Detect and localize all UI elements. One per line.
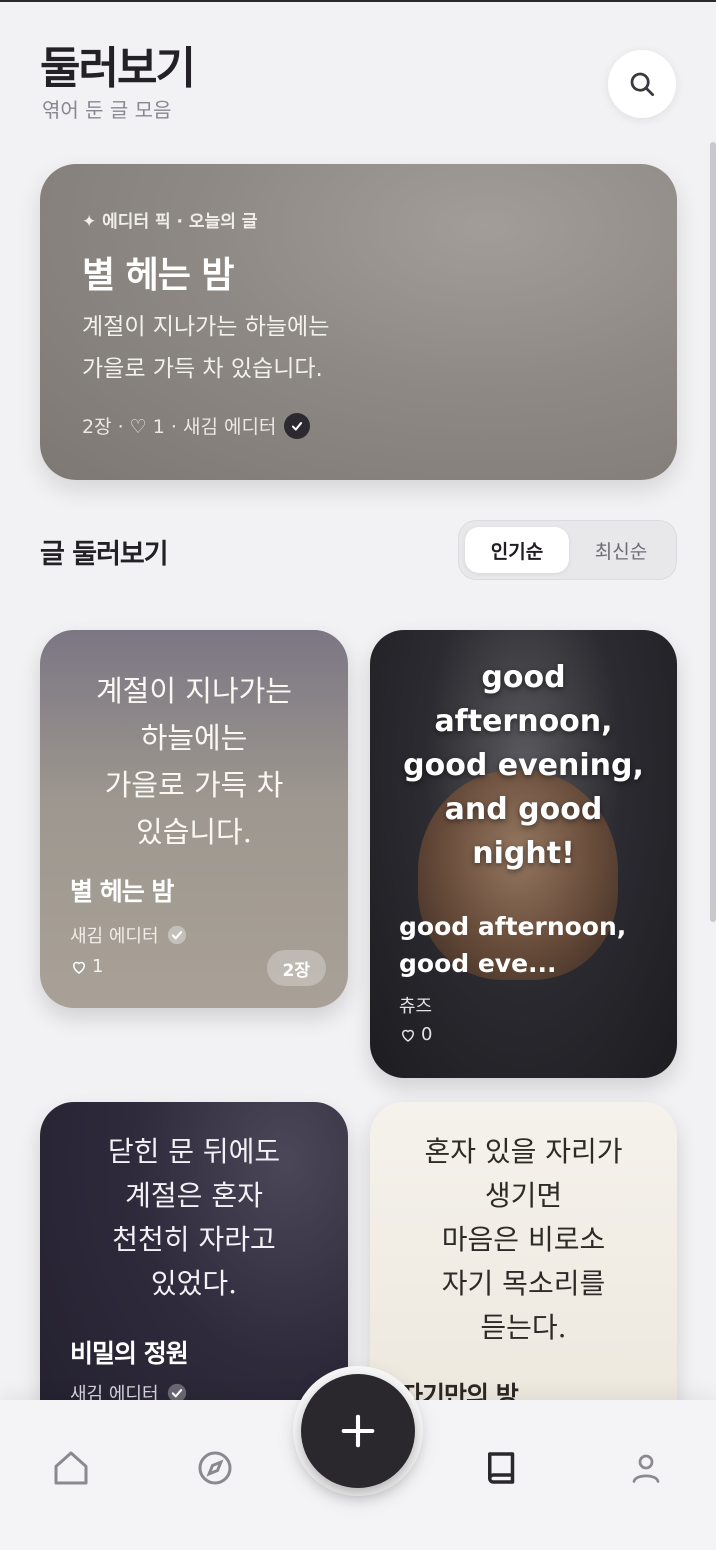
card-likes: 0 xyxy=(399,1024,432,1045)
quote-line: 있었다. xyxy=(150,1267,238,1300)
sort-latest-button[interactable]: 최신순 xyxy=(569,527,673,573)
page-title: 둘러보기 xyxy=(40,43,196,94)
card-title: 별 헤는 밤 xyxy=(70,877,174,906)
status-bar-line xyxy=(0,0,716,2)
scrollbar[interactable] xyxy=(710,142,716,922)
likes-count: 0 xyxy=(421,1024,433,1045)
quote-line: and good xyxy=(444,792,603,827)
quote-line: 자기 목소리를 xyxy=(441,1267,606,1300)
featured-text-line: 계절이 지나가는 하늘에는 xyxy=(82,314,330,340)
quote-line: 계절은 혼자 xyxy=(125,1179,263,1212)
author-name: 새김 에디터 xyxy=(70,926,159,947)
quote-line: 생기면 xyxy=(484,1179,563,1212)
verified-icon xyxy=(167,925,186,945)
likes-count: 1 xyxy=(92,956,104,977)
card-title: good afternoon, good eve... xyxy=(399,908,626,982)
nav-explore[interactable] xyxy=(191,1444,239,1492)
card-title-line: good eve... xyxy=(399,949,557,978)
card-quote: 계절이 지나가는 하늘에는 가을로 가득 차 있습니다. xyxy=(40,668,348,856)
create-post-button-inner[interactable] xyxy=(301,1374,415,1488)
compass-icon xyxy=(198,1451,232,1485)
quote-line: 가을로 가득 차 xyxy=(104,768,284,802)
quote-line: night! xyxy=(472,836,575,871)
featured-meta-text: 2장 · ♡ 1 · 새김 에디터 xyxy=(82,416,277,438)
page-subtitle: 엮어 둔 글 모음 xyxy=(42,98,172,122)
author-name: 츄즈 xyxy=(399,996,433,1017)
quote-line: 천천히 자라고 xyxy=(112,1223,276,1256)
verified-icon xyxy=(284,412,311,439)
nav-library[interactable] xyxy=(478,1444,526,1492)
page-count-badge: 2장 xyxy=(266,950,326,986)
featured-card[interactable]: ✦ 에디터 픽 · 오늘의 글 별 헤는 밤 계절이 지나가는 하늘에는 가을로… xyxy=(40,164,677,480)
featured-meta: 2장 · ♡ 1 · 새김 에디터 xyxy=(82,412,311,439)
post-card[interactable]: 계절이 지나가는 하늘에는 가을로 가득 차 있습니다. 별 헤는 밤 새김 에… xyxy=(40,630,348,1008)
quote-line: 듣는다. xyxy=(480,1311,567,1344)
card-quote: 혼자 있을 자리가 생기면 마음은 비로소 자기 목소리를 듣는다. xyxy=(370,1130,677,1350)
sort-toggle: 인기순 최신순 xyxy=(458,520,677,580)
card-quote: good afternoon, good evening, and good n… xyxy=(370,656,677,876)
search-button[interactable] xyxy=(608,50,676,118)
home-icon xyxy=(54,1451,88,1485)
nav-profile[interactable] xyxy=(622,1444,670,1492)
quote-line: 계절이 지나가는 xyxy=(96,674,292,708)
card-author: 츄즈 xyxy=(399,992,432,1018)
profile-icon xyxy=(632,1454,660,1483)
card-title: 비밀의 정원 xyxy=(70,1339,189,1368)
featured-tag: ✦ 에디터 픽 · 오늘의 글 xyxy=(82,212,258,232)
quote-line: good evening, xyxy=(403,748,644,783)
quote-line: 있습니다. xyxy=(136,815,252,849)
featured-title: 별 헤는 밤 xyxy=(82,255,235,296)
featured-text-line: 가을로 가득 차 있습니다. xyxy=(82,356,323,382)
quote-line: 마음은 비로소 xyxy=(441,1223,606,1256)
card-likes: 1 xyxy=(70,956,103,977)
heart-icon xyxy=(72,961,86,974)
sort-popular-button[interactable]: 인기순 xyxy=(465,527,569,573)
card-title-line: good afternoon, xyxy=(399,912,627,941)
card-quote: 닫힌 문 뒤에도 계절은 혼자 천천히 자라고 있었다. xyxy=(40,1130,348,1306)
section-title: 글 둘러보기 xyxy=(40,539,169,570)
quote-line: good xyxy=(481,660,566,695)
plus-icon xyxy=(341,1414,375,1448)
nav-home[interactable] xyxy=(47,1444,95,1492)
post-card[interactable]: good afternoon, good evening, and good n… xyxy=(370,630,677,1078)
quote-line: afternoon, xyxy=(434,704,613,739)
card-author: 새김 에디터 xyxy=(70,922,187,948)
featured-text: 계절이 지나가는 하늘에는 가을로 가득 차 있습니다. xyxy=(82,306,329,390)
quote-line: 하늘에는 xyxy=(140,721,248,755)
create-post-button[interactable] xyxy=(293,1366,423,1496)
quote-line: 혼자 있을 자리가 xyxy=(424,1135,623,1168)
quote-line: 닫힌 문 뒤에도 xyxy=(107,1135,281,1168)
book-icon xyxy=(488,1452,515,1484)
heart-icon xyxy=(401,1029,415,1042)
search-icon xyxy=(630,72,654,96)
